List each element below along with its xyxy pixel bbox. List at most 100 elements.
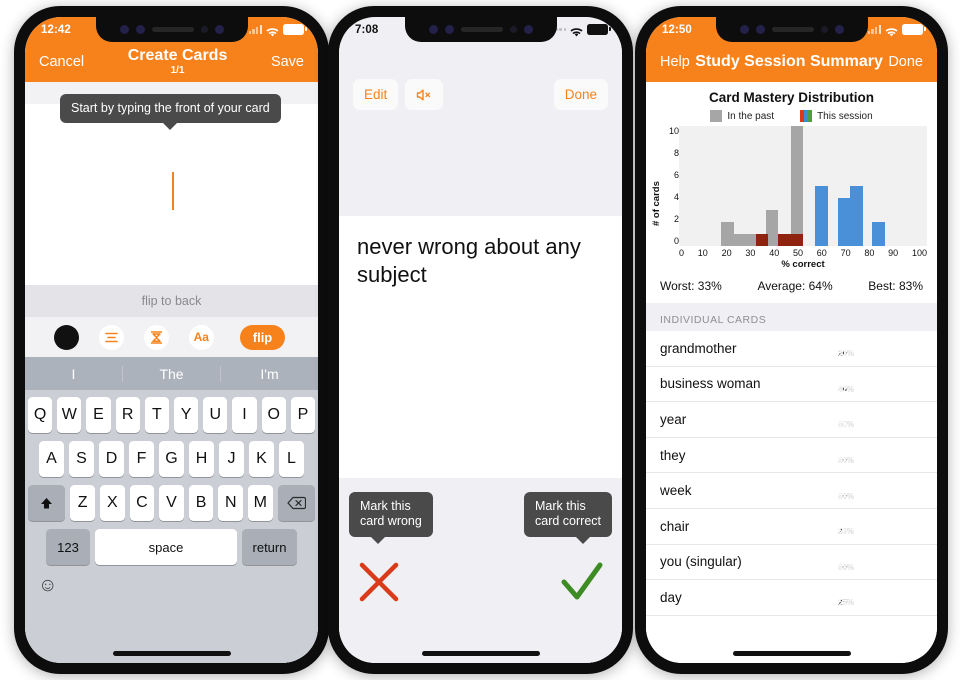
card-name: they (660, 447, 686, 463)
check-mark-icon[interactable] (560, 560, 604, 604)
edit-button[interactable]: Edit (353, 79, 399, 110)
home-indicator[interactable] (421, 651, 540, 656)
home-indicator[interactable] (732, 651, 851, 656)
legend-label-past: In the past (727, 110, 775, 122)
suggestion-1[interactable]: The (122, 365, 220, 382)
chart-bar (755, 234, 769, 246)
backspace-icon[interactable] (277, 485, 316, 521)
front-camera-icon (523, 25, 533, 34)
front-camera-icon (834, 25, 844, 34)
text-align-icon[interactable] (98, 324, 124, 350)
chart-xtick: 70 (840, 248, 851, 258)
return-key[interactable]: return (242, 529, 297, 565)
key-j[interactable]: J (219, 441, 244, 477)
keyboard-bottom-row: ☺ (28, 573, 315, 599)
font-size-icon[interactable]: Aa (188, 324, 214, 350)
key-g[interactable]: G (159, 441, 184, 477)
card-row[interactable]: year50%50% (646, 402, 937, 438)
key-k[interactable]: K (249, 441, 274, 477)
emoji-icon[interactable]: ☺ (38, 575, 57, 597)
key-h[interactable]: H (189, 441, 214, 477)
key-e[interactable]: E (86, 397, 111, 433)
color-dot-icon[interactable] (53, 324, 79, 350)
chart-bar (790, 126, 803, 246)
chart-ytick: 8 (673, 148, 679, 158)
chart-bar (837, 198, 851, 246)
key-d[interactable]: D (99, 441, 124, 477)
key-o[interactable]: O (261, 397, 286, 433)
suggestion-0[interactable]: I (25, 366, 122, 382)
vertical-align-icon[interactable] (143, 324, 169, 350)
summary-stats: Worst: 33% Average: 64% Best: 83% (646, 270, 937, 303)
card-row[interactable]: chair33%58% (646, 509, 937, 545)
key-z[interactable]: Z (70, 485, 95, 521)
space-key[interactable]: space (95, 529, 237, 565)
done-button[interactable]: Done (553, 79, 608, 110)
key-a[interactable]: A (39, 441, 64, 477)
battery-icon (902, 24, 926, 35)
chart-bar (872, 222, 885, 246)
key-u[interactable]: U (203, 397, 228, 433)
key-b[interactable]: B (188, 485, 214, 521)
key-c[interactable]: C (129, 485, 155, 521)
chart-bar (790, 234, 803, 246)
suggestion-2[interactable]: I'm (220, 365, 318, 382)
chart-xlabel: % correct (781, 259, 825, 270)
card-row[interactable]: you (singular)50%58% (646, 545, 937, 581)
key-m[interactable]: M (248, 485, 273, 521)
numbers-key[interactable]: 123 (46, 529, 90, 565)
phone1-screen: 12:42 Cancel Create Cards 1/1 Save Start… (25, 17, 318, 663)
card-name: grandmother (660, 340, 737, 356)
card-front-editor[interactable]: Start by typing the front of your card (25, 94, 318, 285)
phone-study-card: 7:08 Edit Done never wrong about any sub… (328, 6, 633, 674)
x-mark-icon[interactable] (357, 560, 401, 604)
key-w[interactable]: W (57, 397, 82, 433)
key-f[interactable]: F (129, 441, 154, 477)
study-body: Edit Done never wrong about any subject … (339, 42, 622, 663)
card-row[interactable]: day25%58% (646, 580, 937, 616)
card-question-text: never wrong about any subject (357, 234, 581, 287)
keyboard-row-2: A S D F G H J K L (28, 441, 315, 477)
chart-bar (815, 186, 828, 246)
help-button[interactable]: Help (660, 54, 690, 70)
key-r[interactable]: R (115, 397, 140, 433)
card-name: year (660, 411, 687, 427)
key-n[interactable]: N (218, 485, 244, 521)
battery-icon (587, 24, 611, 35)
proximity-sensor-icon (820, 26, 828, 33)
key-p[interactable]: P (290, 397, 316, 433)
key-t[interactable]: T (144, 397, 169, 433)
sensor-icon (135, 25, 145, 34)
chart-legend: In the past This session (646, 110, 937, 122)
cancel-button[interactable]: Cancel (39, 54, 84, 70)
key-v[interactable]: V (159, 485, 184, 521)
save-button[interactable]: Save (271, 54, 304, 70)
key-i[interactable]: I (232, 397, 257, 433)
card-row[interactable]: business woman40%42% (646, 367, 937, 403)
nav-bar: Cancel Create Cards 1/1 Save (25, 42, 318, 82)
flip-button[interactable]: flip (239, 324, 286, 350)
card-question-panel[interactable]: never wrong about any subject (339, 216, 622, 478)
card-row[interactable]: week50%58% (646, 473, 937, 509)
key-s[interactable]: S (69, 441, 94, 477)
card-row[interactable]: grandmother20%33% (646, 331, 937, 367)
on-screen-keyboard: Q W E R T Y U I O P A S D F G H J K L Z … (25, 390, 318, 663)
done-button[interactable]: Done (888, 54, 923, 70)
chart-xtick: 10 (697, 248, 708, 258)
key-q[interactable]: Q (27, 397, 53, 433)
individual-cards-list[interactable]: grandmother20%33%business woman40%42%yea… (646, 331, 937, 663)
key-x[interactable]: X (99, 485, 125, 521)
speaker-mute-icon[interactable] (405, 79, 444, 110)
summary-body: Card Mastery Distribution In the past Th… (646, 82, 937, 663)
tooltip-mark-wrong: Mark this card wrong (349, 492, 433, 543)
status-time: 12:42 (41, 23, 71, 36)
card-row[interactable]: they50%58% (646, 438, 937, 474)
proximity-sensor-icon (200, 26, 208, 33)
screenshot-root: 12:42 Cancel Create Cards 1/1 Save Start… (0, 0, 960, 680)
key-l[interactable]: L (279, 441, 304, 477)
stat-best: Best: 83% (868, 279, 923, 293)
home-indicator[interactable] (112, 651, 231, 656)
key-y[interactable]: Y (174, 397, 199, 433)
shift-icon[interactable] (27, 485, 66, 521)
flip-to-back-button[interactable]: flip to back (25, 285, 318, 317)
